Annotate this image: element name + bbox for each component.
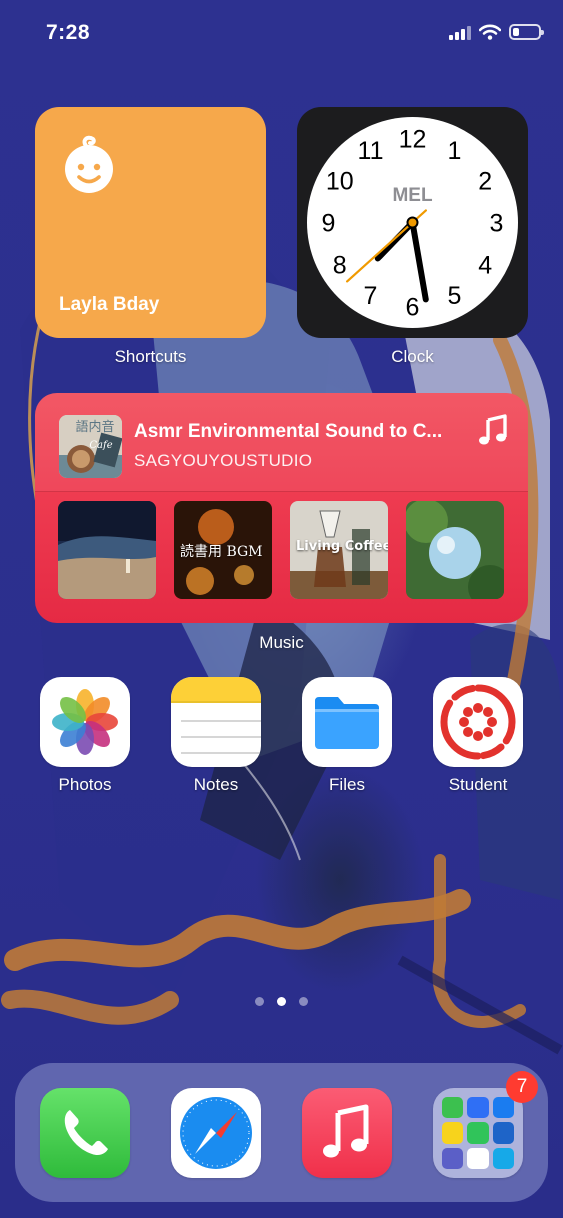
dock xyxy=(15,1063,548,1202)
phone-icon xyxy=(40,1088,130,1178)
album-reading-bgm[interactable]: 読書用 BGM xyxy=(174,501,272,599)
now-playing-artwork[interactable]: 語内音 Cafe xyxy=(59,415,122,478)
app-student[interactable]: Student xyxy=(433,677,523,795)
shortcut-name: Layla Bday xyxy=(59,294,160,315)
clock-number: 8 xyxy=(333,252,347,280)
photos-icon xyxy=(40,677,130,767)
kakaotalk-icon xyxy=(442,1122,464,1144)
battery-level xyxy=(513,28,519,36)
clock-city: MEL xyxy=(392,185,433,206)
dock-app-safari[interactable] xyxy=(171,1088,261,1178)
messages-icon xyxy=(442,1097,464,1119)
song-title: Asmr Environmental Sound to C... xyxy=(134,421,443,442)
compass-icon xyxy=(171,1088,261,1178)
clock-widget[interactable]: MEL 12 1 2 3 4 5 6 7 8 9 10 11 xyxy=(297,107,528,338)
clock-number: 7 xyxy=(364,282,378,310)
album-beach-night[interactable] xyxy=(58,501,156,599)
teams-icon xyxy=(442,1147,464,1169)
skype-icon xyxy=(492,1147,514,1169)
page-indicator[interactable] xyxy=(0,997,563,1006)
page-dot[interactable] xyxy=(299,997,308,1006)
clock-minute-hand xyxy=(409,219,429,303)
messenger-icon xyxy=(467,1097,489,1119)
app-files[interactable]: Files xyxy=(302,677,392,795)
recent-albums: 読書用 BGM Living Coffee xyxy=(58,501,504,599)
google-drive-icon xyxy=(467,1147,489,1169)
clock-number: 1 xyxy=(448,137,462,165)
clock-number: 11 xyxy=(358,137,384,165)
dock-app-folder[interactable] xyxy=(433,1088,523,1178)
baby-face-icon xyxy=(65,135,113,193)
app-photos[interactable]: Photos xyxy=(40,677,130,795)
canvas-student-icon xyxy=(433,677,523,767)
notes-icon xyxy=(171,677,261,767)
album-green-forest[interactable] xyxy=(406,501,504,599)
wifi-icon xyxy=(479,24,501,40)
clock-number: 6 xyxy=(406,294,420,322)
facetime-icon xyxy=(467,1122,489,1144)
music-widget[interactable]: 語内音 Cafe Asmr Environmental Sound to C..… xyxy=(35,393,528,623)
now-art-text: 語内音 xyxy=(75,419,114,435)
app-notes[interactable]: Notes xyxy=(171,677,261,795)
clock-number: 4 xyxy=(478,252,492,280)
clock-number: 2 xyxy=(478,168,492,196)
status-bar: 7:28 xyxy=(0,0,563,66)
music-divider xyxy=(35,491,528,492)
dock-app-phone[interactable] xyxy=(40,1088,130,1178)
album-living-coffee[interactable]: Living Coffee xyxy=(290,501,388,599)
clock-widget-label: Clock xyxy=(391,347,434,366)
status-icons xyxy=(449,24,544,40)
music-widget-label: Music xyxy=(259,633,304,652)
shortcuts-widget-label: Shortcuts xyxy=(114,347,187,366)
clock-number: 10 xyxy=(326,168,354,196)
music-note-icon xyxy=(479,414,507,445)
clock-hub xyxy=(406,216,419,229)
shortcuts-widget[interactable]: Layla Bday xyxy=(35,107,266,338)
app-folder-icon xyxy=(433,1088,523,1178)
files-icon xyxy=(302,677,392,767)
clock-number: 5 xyxy=(448,282,462,310)
app-label-files: Files xyxy=(329,775,365,794)
status-time: 7:28 xyxy=(46,21,91,44)
notification-badge: 7 xyxy=(506,1071,538,1103)
app-label-photos: Photos xyxy=(58,775,112,794)
music-note-icon xyxy=(302,1088,392,1178)
clock-face: MEL 12 1 2 3 4 5 6 7 8 9 10 11 xyxy=(307,117,518,328)
app-label-student: Student xyxy=(448,775,508,794)
clock-number: 12 xyxy=(399,126,427,154)
clock-number: 9 xyxy=(322,210,336,238)
app-label-notes: Notes xyxy=(193,775,239,794)
clock-number: 3 xyxy=(490,210,504,238)
album-coffee-text: Living Coffee xyxy=(296,539,388,554)
page-dot[interactable] xyxy=(277,997,286,1006)
dock-app-music[interactable] xyxy=(302,1088,392,1178)
mail-icon xyxy=(492,1097,514,1119)
svg-text:Cafe: Cafe xyxy=(89,440,112,451)
cellular-signal-icon xyxy=(449,25,471,40)
song-artist: SAGYOUYOUSTUDIO xyxy=(134,451,313,470)
battery-icon xyxy=(509,24,544,40)
outlook-icon xyxy=(492,1122,514,1144)
page-dot[interactable] xyxy=(255,997,264,1006)
album-reading-text: 読書用 BGM xyxy=(180,544,263,560)
